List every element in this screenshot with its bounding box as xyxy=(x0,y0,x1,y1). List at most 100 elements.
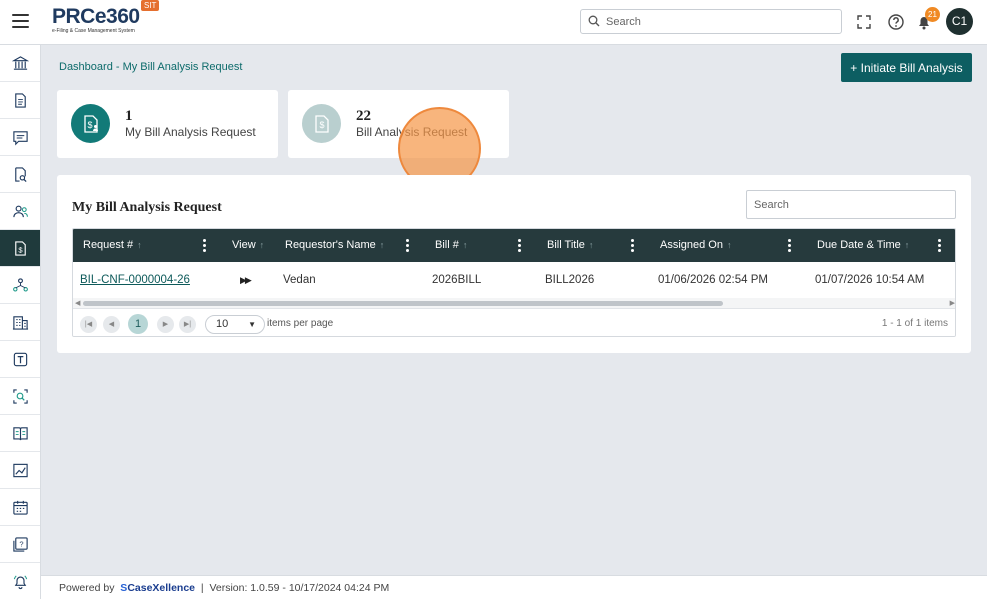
table-row: BIL-CNF-0000004-26 ▶▶ Vedan 2026BILL BIL… xyxy=(73,262,955,298)
sort-arrow-icon: ↑ xyxy=(379,240,385,250)
panel-search-input[interactable] xyxy=(746,190,956,219)
sidebar-item-org-network[interactable] xyxy=(0,267,40,304)
column-menu-icon[interactable] xyxy=(406,239,410,252)
column-header-label: View xyxy=(232,239,256,251)
scroll-left-icon[interactable]: ◀ xyxy=(75,299,80,307)
sidebar-item-chart[interactable] xyxy=(0,452,40,489)
column-header-label: Bill Title xyxy=(547,239,585,251)
page-size-select[interactable]: 10 ▼ xyxy=(205,315,265,334)
calendar-icon xyxy=(12,500,28,515)
powered-by-label: Powered by xyxy=(59,582,115,594)
chart-icon xyxy=(12,463,28,477)
text-template-icon xyxy=(13,352,27,366)
sort-arrow-icon: ↑ xyxy=(726,240,732,250)
sidebar-item-scan-search[interactable] xyxy=(0,378,40,415)
column-menu-icon[interactable] xyxy=(938,239,942,252)
document-search-icon xyxy=(14,166,27,182)
bill-analysis-card[interactable]: $ 22 Bill Analysis Request xyxy=(288,90,509,158)
brand-name: CaseXellence xyxy=(127,582,196,594)
chat-icon xyxy=(12,130,28,145)
bill-dollar-icon: $ xyxy=(14,240,26,256)
bill-user-icon: $ xyxy=(83,114,98,133)
scroll-right-icon[interactable]: ▶ xyxy=(950,299,955,307)
column-header-requestor[interactable]: Requestor's Name ↑ xyxy=(285,229,384,262)
sidebar-item-calendar[interactable] xyxy=(0,489,40,526)
bill-dollar-icon: $ xyxy=(314,114,329,133)
hamburger-menu-icon[interactable] xyxy=(12,14,29,28)
column-header-label: Bill # xyxy=(435,239,459,251)
sidebar-item-document-search[interactable] xyxy=(0,156,40,193)
column-header-label: Requestor's Name xyxy=(285,239,376,251)
last-page-icon[interactable]: ▶| xyxy=(179,316,196,333)
building-icon xyxy=(12,315,28,330)
fast-forward-icon[interactable]: ▶▶ xyxy=(240,275,252,285)
sidebar-item-book[interactable] xyxy=(0,415,40,452)
items-per-page-label: items per page xyxy=(267,318,334,329)
previous-page-icon[interactable]: ◀ xyxy=(103,316,120,333)
sidebar-item-users[interactable] xyxy=(0,193,40,230)
svg-text:?: ? xyxy=(19,539,23,548)
sort-arrow-icon: ↑ xyxy=(462,240,468,250)
sidebar-item-document[interactable] xyxy=(0,82,40,119)
column-header-label: Due Date & Time xyxy=(817,239,901,251)
footer: Powered by SCaseXellence | Version: 1.0.… xyxy=(41,575,987,599)
column-menu-icon[interactable] xyxy=(203,239,207,252)
book-icon xyxy=(12,426,28,440)
initiate-bill-analysis-button[interactable]: + Initiate Bill Analysis xyxy=(841,53,972,82)
my-bill-analysis-panel: My Bill Analysis Request Request #↑ View… xyxy=(57,175,971,353)
sort-arrow-icon: ↑ xyxy=(259,240,265,250)
fullscreen-icon[interactable] xyxy=(854,12,874,32)
card-label: Bill Analysis Request xyxy=(356,125,468,139)
env-badge: SIT xyxy=(141,0,160,11)
requests-grid: Request # ↑ View ↑ Requestor's Name ↑ Bill … xyxy=(72,228,956,337)
column-menu-icon[interactable] xyxy=(788,239,792,252)
column-header-request-no[interactable]: Request # ↑ xyxy=(83,229,142,262)
version-text: Version: 1.0.59 - 10/17/2024 04:24 PM xyxy=(209,582,390,594)
scrollbar-thumb[interactable] xyxy=(83,301,723,306)
sidebar-item-chat[interactable] xyxy=(0,119,40,156)
next-page-icon[interactable]: ▶ xyxy=(157,316,174,333)
sidebar-item-bank[interactable] xyxy=(0,45,40,82)
first-page-icon[interactable]: |◀ xyxy=(80,316,97,333)
column-menu-icon[interactable] xyxy=(518,239,522,252)
column-header-label: Request # xyxy=(83,239,134,251)
horizontal-scrollbar[interactable]: ◀ ▶ xyxy=(73,298,955,308)
footer-text: Powered by SCaseXellence | Version: 1.0.… xyxy=(59,582,390,594)
current-page-button[interactable]: 1 xyxy=(128,314,148,334)
svg-text:$: $ xyxy=(18,245,23,254)
bill-number-cell: 2026BILL xyxy=(432,274,482,286)
top-bar: PRCe360 e-Filing & Case Management Syste… xyxy=(0,0,987,45)
column-header-bill-no[interactable]: Bill # ↑ xyxy=(435,229,467,262)
column-header-view[interactable]: View ↑ xyxy=(232,229,264,262)
breadcrumb[interactable]: Dashboard - My Bill Analysis Request xyxy=(59,61,242,73)
org-network-icon xyxy=(12,277,28,291)
sidebar-item-bill-analysis[interactable]: $ xyxy=(0,230,40,267)
grid-header: Request # ↑ View ↑ Requestor's Name ↑ Bill … xyxy=(73,229,955,262)
column-header-assigned-on[interactable]: Assigned On ↑ xyxy=(660,229,731,262)
sidebar-item-bell-alert[interactable] xyxy=(0,563,40,599)
due-date-cell: 01/07/2026 10:54 AM xyxy=(815,274,925,286)
scan-search-icon xyxy=(12,388,28,404)
global-search-input[interactable] xyxy=(606,13,836,30)
panel-title: My Bill Analysis Request xyxy=(72,200,222,215)
column-header-due-date[interactable]: Due Date & Time ↑ xyxy=(817,229,909,262)
svg-text:$: $ xyxy=(319,120,324,130)
user-avatar[interactable]: C1 xyxy=(946,8,973,35)
page-size-value: 10 xyxy=(216,318,229,330)
sidebar-item-text-template[interactable] xyxy=(0,341,40,378)
help-icon[interactable] xyxy=(886,12,906,32)
my-bill-analysis-card[interactable]: $ 1 My Bill Analysis Request xyxy=(57,90,278,158)
global-search[interactable] xyxy=(580,9,842,34)
card-label: My Bill Analysis Request xyxy=(125,125,256,139)
sidebar-item-building[interactable] xyxy=(0,304,40,341)
card-circle: $ xyxy=(302,104,341,143)
column-menu-icon[interactable] xyxy=(631,239,635,252)
card-circle: $ xyxy=(71,104,110,143)
request-number-link[interactable]: BIL-CNF-0000004-26 xyxy=(80,262,190,298)
pager: |◀ ◀ 1 ▶ ▶| 10 ▼ items per page 1 - 1 of … xyxy=(73,308,955,336)
sidebar-item-help-doc[interactable]: ? xyxy=(0,526,40,563)
app-logo[interactable]: PRCe360 e-Filing & Case Management Syste… xyxy=(52,6,140,35)
view-cell: ▶▶ xyxy=(240,262,252,298)
logo-subtitle: e-Filing & Case Management System xyxy=(52,28,135,34)
column-header-bill-title[interactable]: Bill Title ↑ xyxy=(547,229,593,262)
